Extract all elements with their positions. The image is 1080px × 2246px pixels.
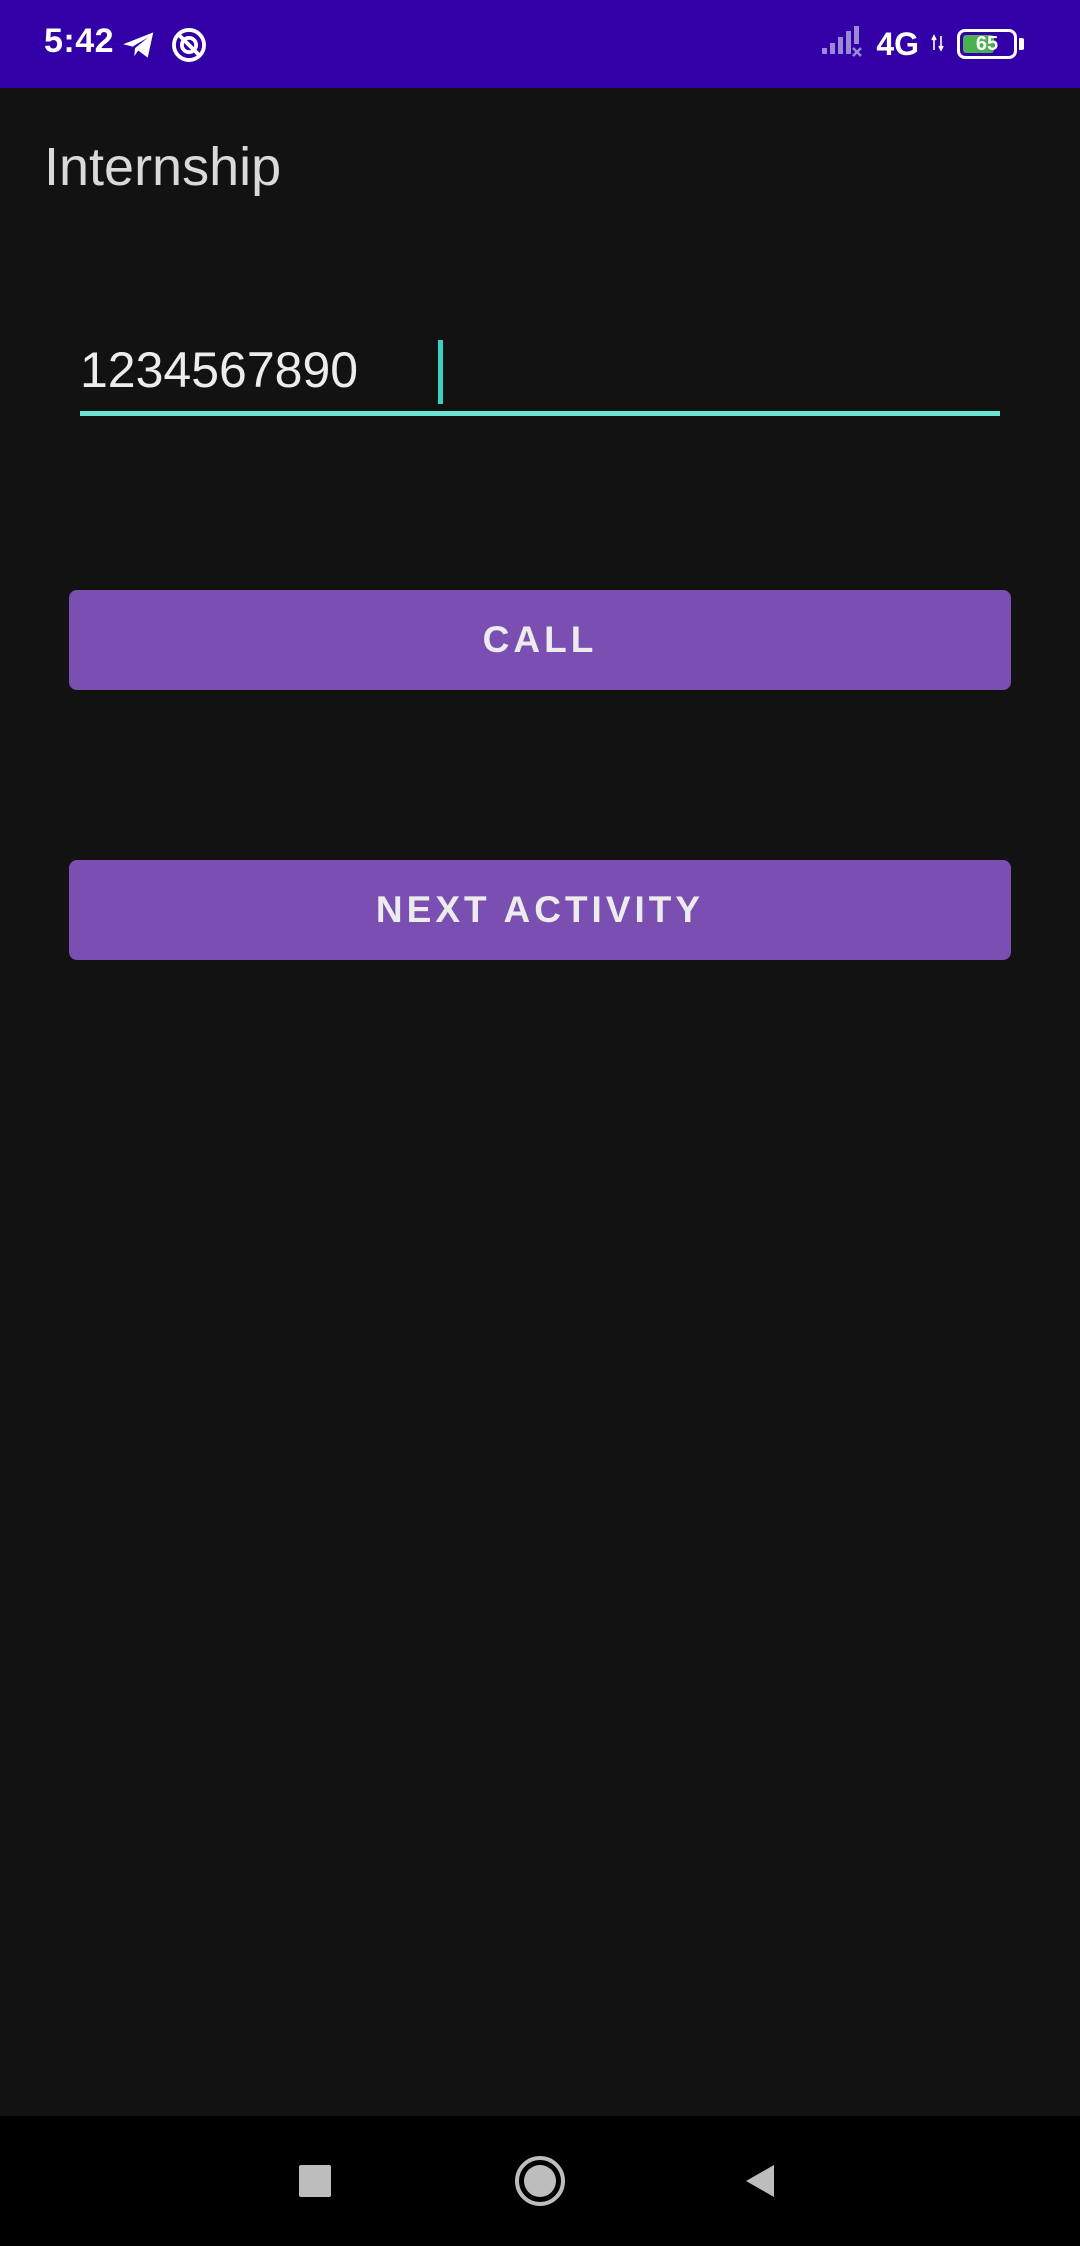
text-cursor [438, 340, 443, 404]
next-activity-button[interactable]: NEXT ACTIVITY [69, 860, 1011, 960]
phone-number-field[interactable] [80, 330, 1000, 416]
battery-level: 65 [975, 32, 999, 55]
sync-icon [170, 26, 208, 64]
navigation-bar [0, 2116, 1080, 2246]
status-bar: 5:42 4G 65 [0, 0, 1080, 88]
call-button[interactable]: CALL [69, 590, 1011, 690]
phone-number-input[interactable] [80, 330, 1000, 410]
data-activity-icon [931, 30, 945, 59]
battery-icon: 65 [957, 29, 1017, 59]
battery-tip [1019, 38, 1024, 50]
back-icon[interactable] [725, 2146, 795, 2216]
status-time: 5:42 [44, 22, 115, 60]
status-right-group: 4G 65 [820, 20, 1024, 68]
field-underline [80, 411, 1000, 416]
signal-icon [820, 24, 864, 65]
recents-icon[interactable] [280, 2146, 350, 2216]
page-title: Internship [44, 137, 282, 197]
network-type: 4G [876, 25, 919, 62]
home-icon[interactable] [505, 2146, 575, 2216]
screen: 5:42 4G 65 Internship 1234567890 CALL NE… [0, 0, 1080, 2246]
telegram-icon [120, 26, 158, 64]
